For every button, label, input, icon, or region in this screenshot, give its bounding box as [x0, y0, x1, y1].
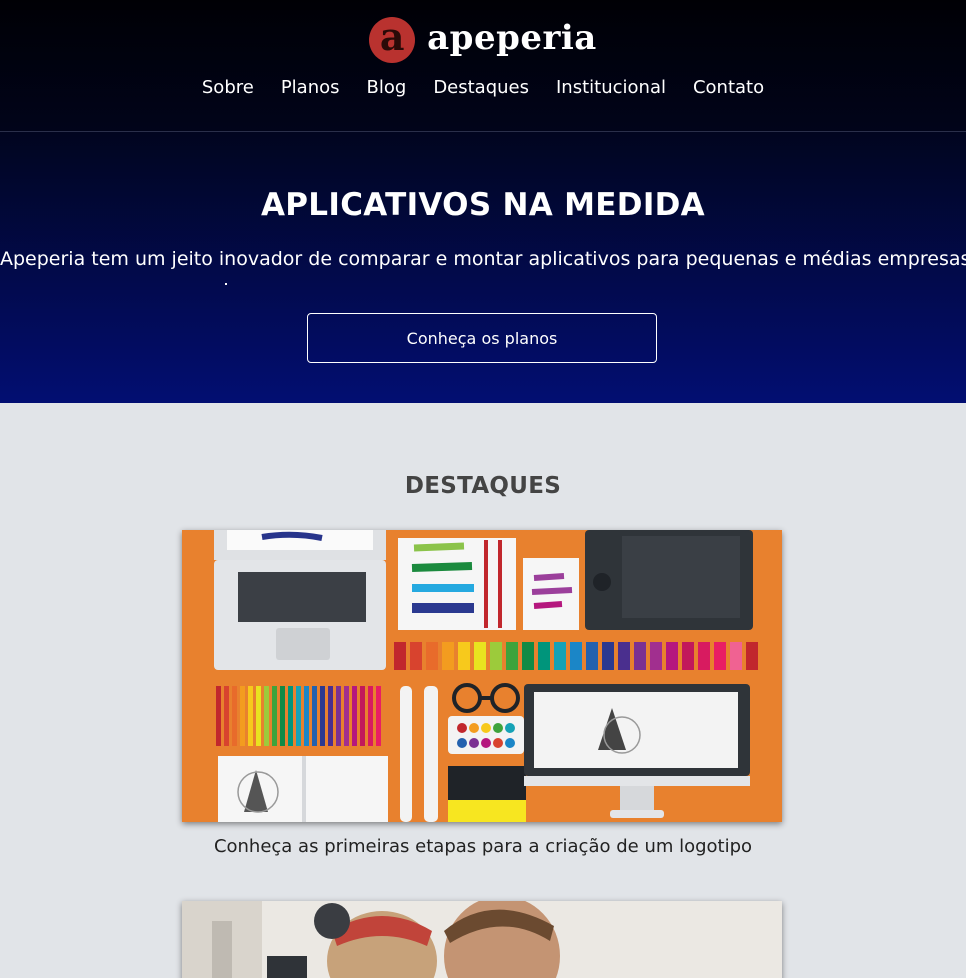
- decorative-dot: [225, 283, 227, 285]
- nav-link-blog[interactable]: Blog: [367, 77, 407, 98]
- brand[interactable]: a apeperia: [0, 17, 966, 63]
- nav-link-contato[interactable]: Contato: [693, 77, 764, 98]
- brand-logo-icon[interactable]: a: [369, 17, 416, 63]
- nav-link-sobre[interactable]: Sobre: [202, 77, 254, 98]
- featured-caption-1[interactable]: Conheça as primeiras etapas para a criaç…: [0, 836, 966, 857]
- hero-subtitle: Apeperia tem um jeito inovador de compar…: [0, 248, 966, 270]
- nav-link-institucional[interactable]: Institucional: [556, 77, 666, 98]
- brand-name[interactable]: apeperia: [427, 18, 597, 58]
- design-tools-illustration: [182, 530, 782, 822]
- laptop-icon: [214, 530, 386, 670]
- featured-image-people[interactable]: [182, 901, 782, 978]
- featured-section: DESTAQUES Conheça as primeiras etapas pa…: [0, 403, 966, 978]
- featured-image-logo-design[interactable]: [182, 530, 782, 822]
- color-pencils: [216, 686, 381, 746]
- hero-title: APLICATIVOS NA MEDIDA: [261, 187, 705, 223]
- hero-section: APLICATIVOS NA MEDIDA Apeperia tem um je…: [0, 132, 966, 403]
- featured-heading: DESTAQUES: [404, 473, 562, 499]
- people-photo-placeholder: [182, 901, 782, 978]
- paint-tubes: [394, 642, 758, 670]
- nav-link-planos[interactable]: Planos: [281, 77, 340, 98]
- nav-link-destaques[interactable]: Destaques: [433, 77, 529, 98]
- main-nav: Sobre Planos Blog Destaques Instituciona…: [0, 77, 966, 98]
- see-plans-button[interactable]: Conheça os planos: [307, 313, 657, 363]
- site-header: a apeperia Sobre Planos Blog Destaques I…: [0, 0, 966, 132]
